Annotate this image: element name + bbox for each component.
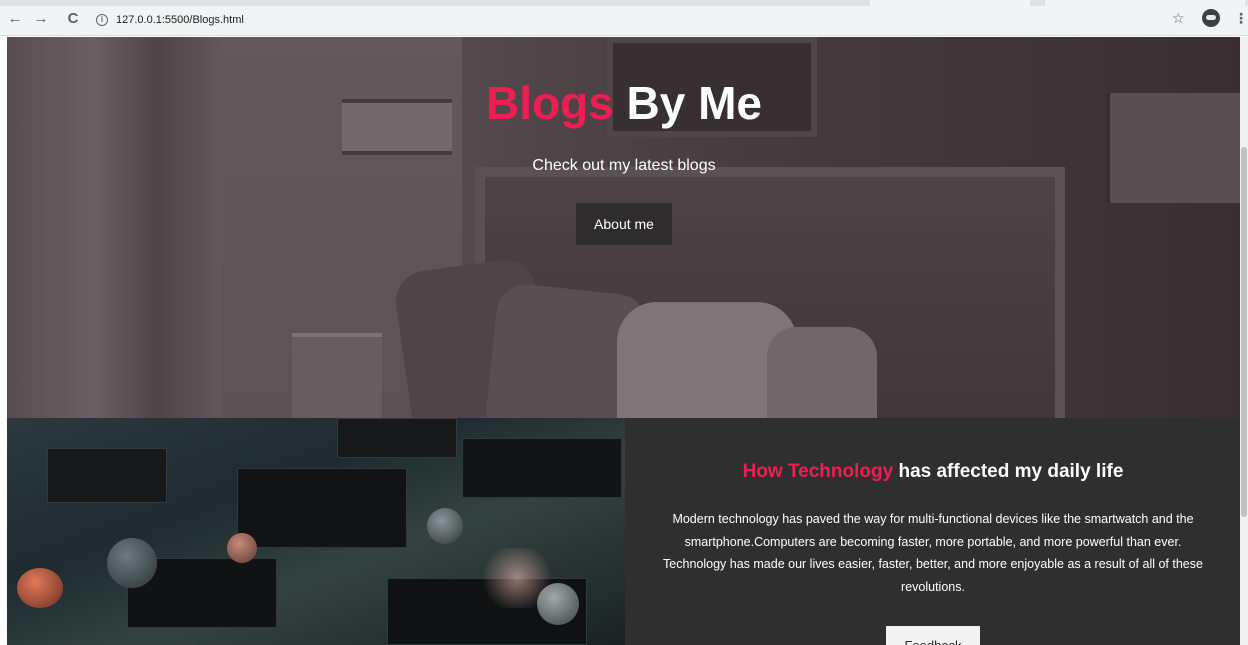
feedback-button[interactable]: Feedback	[886, 626, 980, 645]
scrollbar-thumb[interactable]	[1241, 147, 1247, 517]
hero-section: Blogs By Me Check out my latest blogs Ab…	[7, 37, 1241, 418]
page-viewport: Blogs By Me Check out my latest blogs Ab…	[0, 37, 1248, 645]
browser-tab[interactable]	[870, 0, 1030, 6]
circuit-capacitor	[227, 533, 257, 563]
hero-title-accent: Blogs	[485, 77, 614, 129]
info-icon[interactable]: i	[96, 14, 108, 26]
url-text[interactable]: 127.0.0.1:5500/Blogs.html	[116, 14, 244, 26]
browser-menu-icon[interactable]: ⋮	[1234, 10, 1248, 26]
blog-body-text: Modern technology has paved the way for …	[663, 512, 1203, 594]
about-me-button[interactable]: About me	[576, 203, 672, 245]
circuit-chip	[462, 438, 622, 498]
back-arrow-icon[interactable]: ←	[6, 10, 24, 28]
circuit-light-glow	[477, 548, 557, 608]
blog-title-rest: has affected my daily life	[893, 461, 1124, 482]
profile-avatar-icon[interactable]	[1202, 9, 1220, 27]
circuit-chip	[47, 448, 167, 503]
hero-subtitle: Check out my latest blogs	[532, 157, 716, 174]
page-scrollbar[interactable]	[1240, 37, 1248, 645]
circuit-capacitor	[107, 538, 157, 588]
circuit-chip	[237, 468, 407, 548]
browser-toolbar: ← → C i 127.0.0.1:5500/Blogs.html ☆ ⋮	[0, 0, 1248, 36]
tab-strip	[0, 0, 1248, 6]
blog-title-accent: How Technology	[742, 461, 894, 482]
blog-image-circuit-board	[7, 418, 625, 645]
blog-card: How Technology has affected my daily lif…	[7, 418, 1241, 645]
blog-content-panel: How Technology has affected my daily lif…	[625, 418, 1241, 645]
forward-arrow-icon[interactable]: →	[32, 10, 50, 28]
bookmark-star-icon[interactable]: ☆	[1172, 10, 1185, 26]
browser-tab[interactable]	[1045, 0, 1245, 6]
hero-title: Blogs By Me	[7, 75, 1241, 131]
circuit-chip	[337, 418, 457, 458]
circuit-capacitor	[427, 508, 463, 544]
address-bar[interactable]: i 127.0.0.1:5500/Blogs.html	[96, 9, 1196, 31]
reload-icon[interactable]: C	[64, 10, 82, 28]
hero-title-rest: By Me	[613, 77, 763, 129]
blog-title: How Technology has affected my daily lif…	[625, 460, 1241, 484]
circuit-capacitor	[17, 568, 63, 608]
